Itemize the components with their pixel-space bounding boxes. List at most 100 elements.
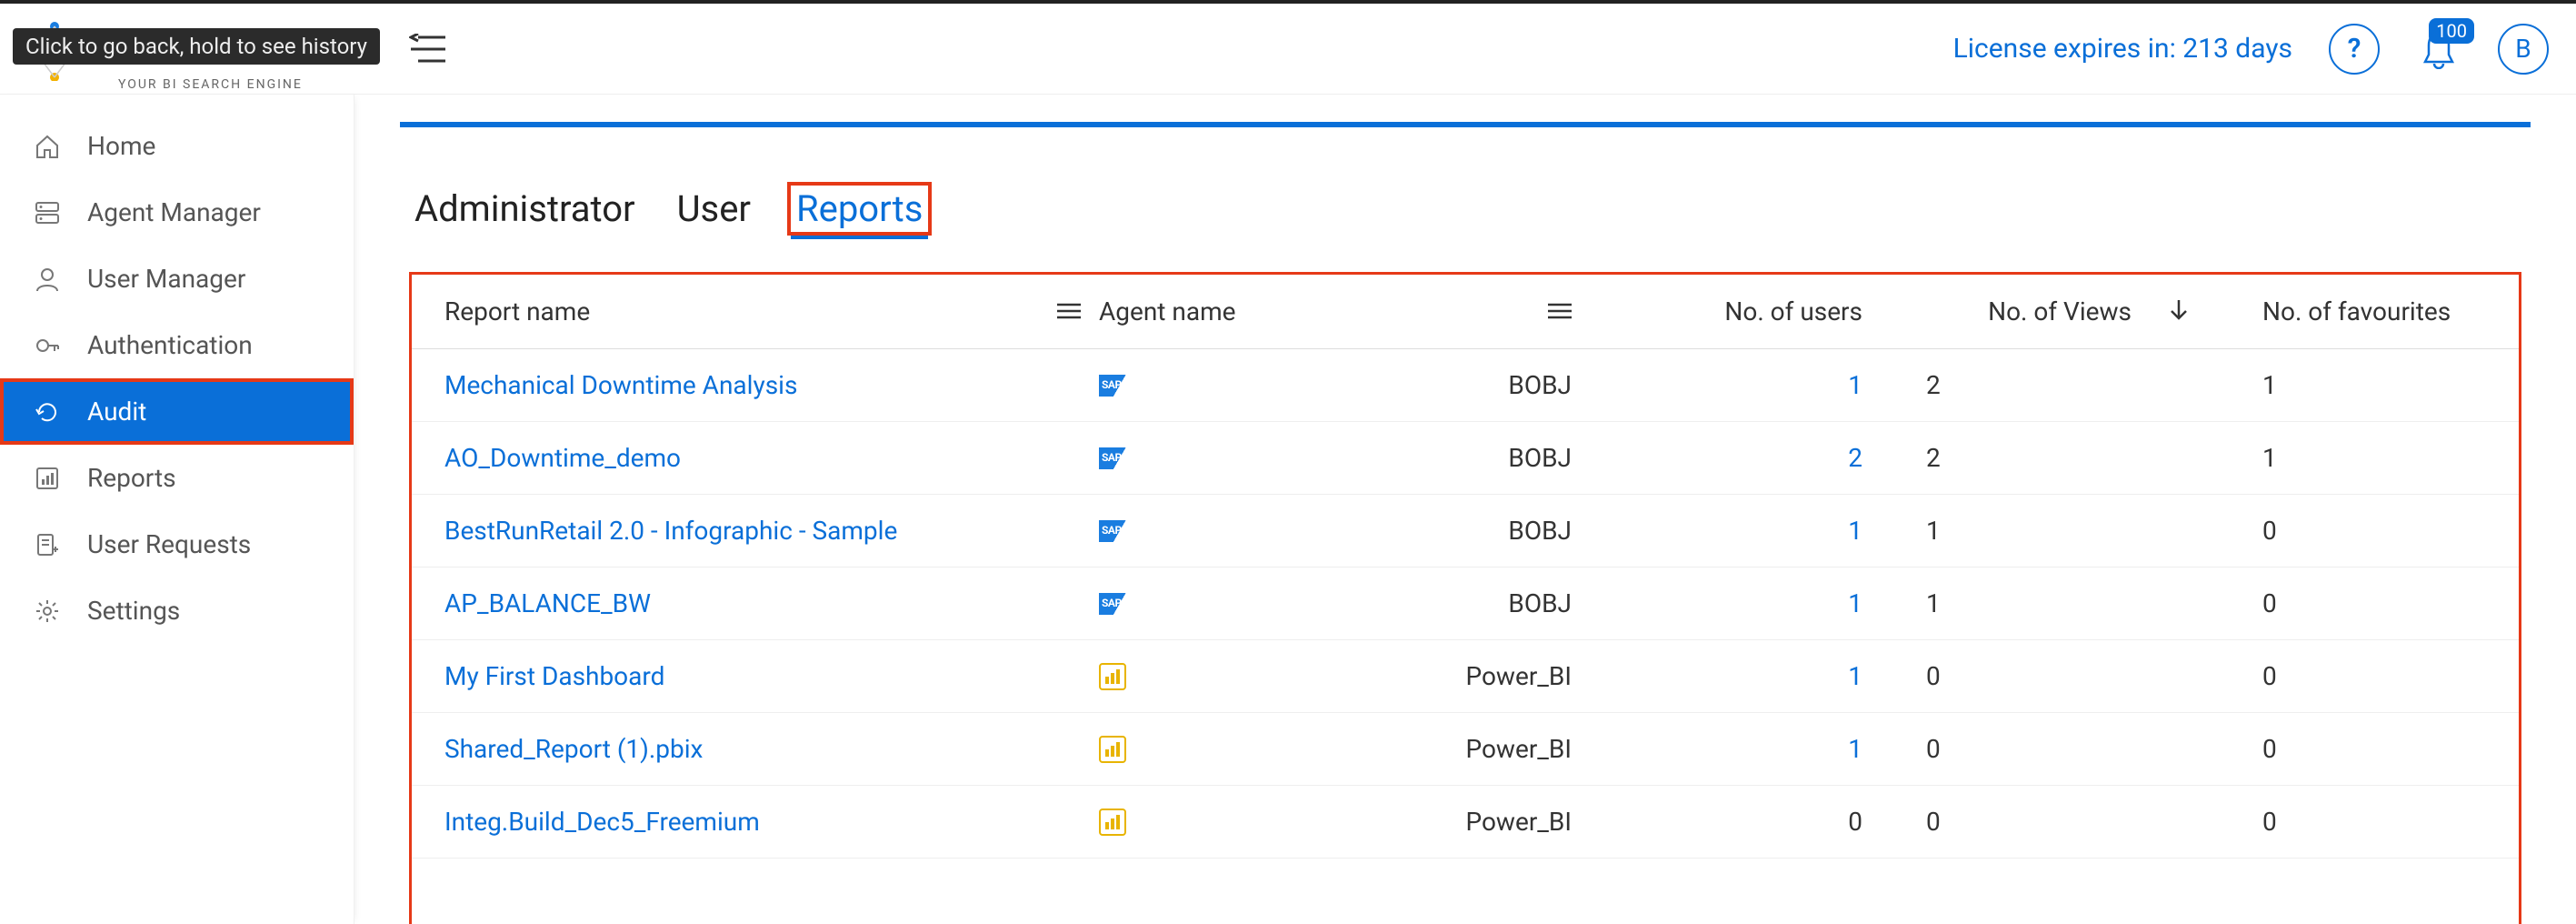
users-count[interactable]: 1 [1848,661,1862,691]
agent-name: BOBJ [1508,370,1572,400]
help-icon: ? [2348,33,2361,65]
back-tooltip: Click to go back, hold to see history [13,28,380,65]
powerbi-icon [1099,736,1126,763]
sap-icon [1099,375,1135,397]
table-row: Integ.Build_Dec5_Freemium Power_BI 0 0 0 [412,786,2519,859]
views-count: 0 [1926,807,1941,837]
col-agent-name: Agent name [1099,296,1236,326]
agent-name: Power_BI [1465,807,1572,837]
col-agent-menu-icon[interactable] [1548,296,1572,326]
users-count[interactable]: 2 [1848,443,1862,473]
topbar-right: License expires in: 213 days ? 100 B [1953,24,2549,75]
sidebar-item-home[interactable]: Home [0,113,354,179]
powerbi-icon [1099,663,1126,690]
sort-desc-icon[interactable] [2168,296,2190,326]
users-count[interactable]: 1 [1848,370,1862,400]
report-link[interactable]: Shared_Report (1).pbix [444,734,703,764]
sidebar-item-settings[interactable]: Settings [0,578,354,644]
fav-count: 0 [2262,734,2277,764]
topbar: Click to go back, hold to see history YO… [0,4,2576,95]
logo-subtitle: YOUR BI SEARCH ENGINE [118,77,303,92]
col-report-menu-icon[interactable] [1057,296,1081,326]
avatar-initial: B [2515,34,2531,64]
user-icon [31,266,64,293]
agent-name: BOBJ [1508,588,1572,618]
views-count: 0 [1926,661,1941,691]
fav-count: 0 [2262,807,2277,837]
table-row: BestRunRetail 2.0 - Infographic - Sample… [412,495,2519,567]
users-count[interactable]: 1 [1848,588,1862,618]
sidebar-item-label: User Requests [87,529,251,559]
views-count: 2 [1926,370,1941,400]
report-link[interactable]: Integ.Build_Dec5_Freemium [444,807,760,837]
main-content: Administrator User Reports Report name Age… [354,95,2576,924]
sidebar-item-user-requests[interactable]: User Requests [0,511,354,578]
table-row: My First Dashboard Power_BI 1 0 0 [412,640,2519,713]
report-link[interactable]: My First Dashboard [444,661,664,691]
report-link[interactable]: AP_BALANCE_BW [444,588,651,618]
fav-count: 0 [2262,516,2277,546]
reports-table: Report name Agent name No. of users [409,272,2521,924]
sidebar-item-agent-manager[interactable]: Agent Manager [0,179,354,246]
tab-reports[interactable]: Reports [787,182,932,236]
notification-badge: 100 [2429,18,2474,44]
sidebar-toggle-button[interactable] [409,34,447,65]
sidebar-item-label: User Manager [87,264,245,294]
col-views: No. of Views [1988,296,2132,326]
sidebar-item-user-manager[interactable]: User Manager [0,246,354,312]
key-icon [31,332,64,359]
agent-name: BOBJ [1508,516,1572,546]
col-report-name: Report name [444,296,590,326]
refresh-icon [31,398,64,426]
users-count[interactable]: 1 [1848,734,1862,764]
server-icon [31,199,64,226]
table-header: Report name Agent name No. of users [412,275,2519,349]
sap-icon [1099,520,1135,542]
table-body[interactable]: Mechanical Downtime Analysis BOBJ 1 2 1 AO_Do… [412,349,2519,924]
sidebar: Home Agent Manager User Manager Authenticat… [0,95,354,924]
report-link[interactable]: BestRunRetail 2.0 - Infographic - Sample [444,516,897,546]
views-count: 0 [1926,734,1941,764]
gear-icon [31,598,64,625]
table-row: AO_Downtime_demoBOBJ221 [412,422,2519,495]
request-icon [31,531,64,558]
avatar-button[interactable]: B [2498,24,2549,75]
views-count: 1 [1926,588,1941,618]
sidebar-item-label: Authentication [87,330,253,360]
table-row: AP_BALANCE_BW BOBJ 1 1 0 [412,567,2519,640]
fav-count: 0 [2262,588,2277,618]
fav-count: 1 [2262,370,2277,400]
agent-name: Power_BI [1465,734,1572,764]
report-link[interactable]: Mechanical Downtime Analysis [444,370,797,400]
sidebar-item-label: Reports [87,463,176,493]
sidebar-item-label: Settings [87,596,180,626]
sap-icon [1099,447,1135,469]
sidebar-item-label: Agent Manager [87,197,261,227]
tab-user[interactable]: User [672,186,756,232]
agent-name: Power_BI [1465,661,1572,691]
fav-count: 1 [2262,443,2277,473]
views-count: 1 [1926,516,1941,546]
col-favourites: No. of favourites [2262,296,2451,326]
fav-count: 0 [2262,661,2277,691]
sidebar-item-reports[interactable]: Reports [0,445,354,511]
logo: Click to go back, hold to see history YO… [9,17,354,81]
notifications-button[interactable]: 100 [2416,29,2461,69]
users-count[interactable]: 1 [1848,516,1862,546]
sap-icon [1099,593,1135,615]
help-button[interactable]: ? [2329,24,2380,75]
home-icon [31,133,64,160]
report-link[interactable]: AO_Downtime_demo [444,443,681,473]
sidebar-item-audit[interactable]: Audit [0,378,354,445]
sidebar-item-authentication[interactable]: Authentication [0,312,354,378]
sidebar-item-label: Audit [87,397,146,427]
powerbi-icon [1099,808,1126,836]
license-text: License expires in: 213 days [1953,33,2292,65]
tab-administrator[interactable]: Administrator [409,186,641,232]
table-row: Shared_Report (1).pbix Power_BI 1 0 0 [412,713,2519,786]
chart-icon [31,465,64,492]
table-row: Mechanical Downtime Analysis BOBJ 1 2 1 [412,349,2519,422]
col-users: No. of users [1724,296,1862,326]
views-count: 2 [1926,443,1941,473]
users-count: 0 [1848,807,1862,837]
